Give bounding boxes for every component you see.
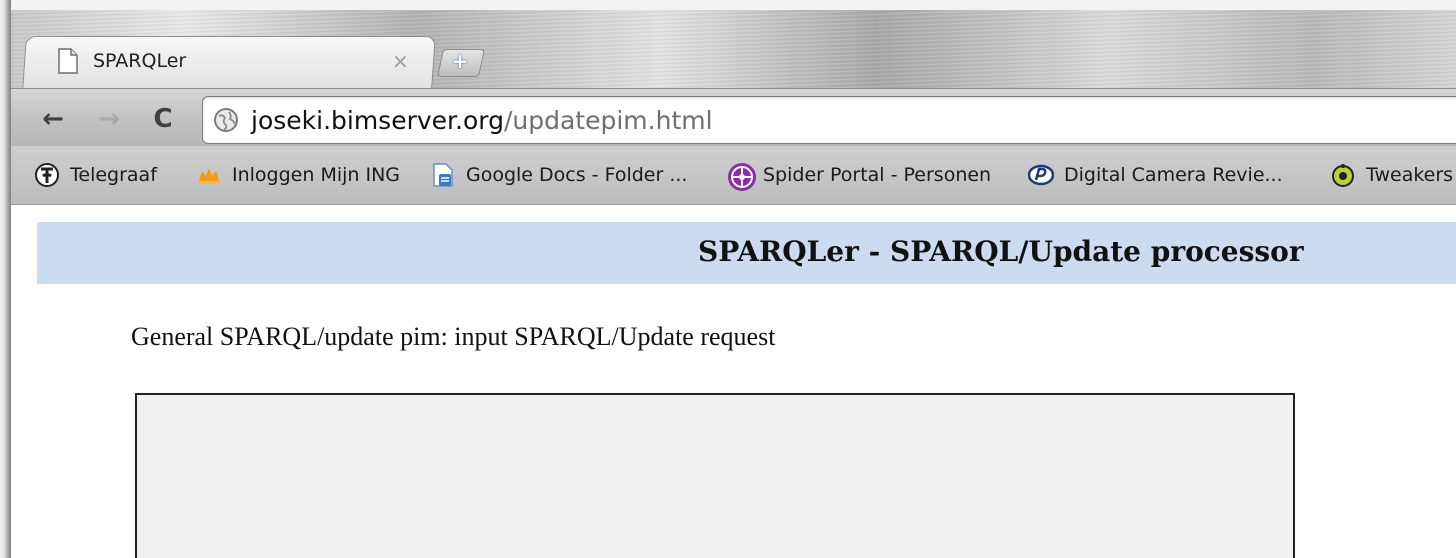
bookmark-inloggen-mijn-ing[interactable]: Inloggen Mijn ING bbox=[196, 160, 400, 190]
intro-text: General SPARQL/update pim: input SPARQL/… bbox=[131, 322, 776, 351]
bookmark-label: Spider Portal - Personen bbox=[763, 164, 992, 186]
globe-icon bbox=[213, 107, 239, 133]
ing-lion-icon bbox=[196, 162, 222, 188]
sparql-request-input[interactable] bbox=[135, 393, 1295, 558]
plus-icon: + bbox=[451, 49, 469, 73]
tweakers-icon bbox=[1330, 162, 1356, 188]
tab-sparqler[interactable] bbox=[22, 36, 436, 89]
bookmark-tweakers[interactable]: Tweakers bbox=[1330, 160, 1453, 190]
window-edge bbox=[0, 0, 11, 558]
google-docs-icon bbox=[430, 162, 456, 188]
browser-window: SPARQLer × + ← → C joseki.bimserver.org/… bbox=[0, 0, 1456, 558]
url-path: /updatepim.html bbox=[503, 106, 713, 135]
bookmark-spider-portal[interactable]: Spider Portal - Personen bbox=[727, 160, 992, 191]
bookmark-digital-camera-review[interactable]: Digital Camera Revie... bbox=[1027, 160, 1283, 190]
bookmark-label: Inloggen Mijn ING bbox=[232, 164, 401, 186]
bookmark-label: Telegraaf bbox=[70, 164, 157, 186]
page-title: SPARQLer - SPARQL/Update processor bbox=[698, 235, 1304, 268]
reload-button[interactable]: C bbox=[148, 104, 178, 134]
forward-button[interactable]: → bbox=[94, 104, 124, 134]
back-button[interactable]: ← bbox=[38, 104, 68, 134]
tab-close-icon[interactable]: × bbox=[392, 48, 409, 74]
bookmark-label: Google Docs - Folder ... bbox=[466, 164, 688, 186]
url-text[interactable]: joseki.bimserver.org/updatepim.html bbox=[251, 104, 713, 138]
tab-title: SPARQLer bbox=[93, 50, 187, 72]
dpreview-icon bbox=[1027, 162, 1055, 188]
spider-portal-icon bbox=[727, 162, 756, 191]
bookmark-label: Digital Camera Revie... bbox=[1064, 164, 1283, 186]
bookmark-google-docs[interactable]: Google Docs - Folder ... bbox=[430, 160, 687, 190]
url-host: joseki.bimserver.org bbox=[251, 106, 504, 135]
bookmark-label: Tweakers bbox=[1366, 164, 1454, 186]
telegraaf-icon bbox=[34, 162, 60, 188]
page-icon bbox=[57, 48, 79, 74]
bookmark-telegraaf[interactable]: Telegraaf bbox=[34, 160, 157, 190]
